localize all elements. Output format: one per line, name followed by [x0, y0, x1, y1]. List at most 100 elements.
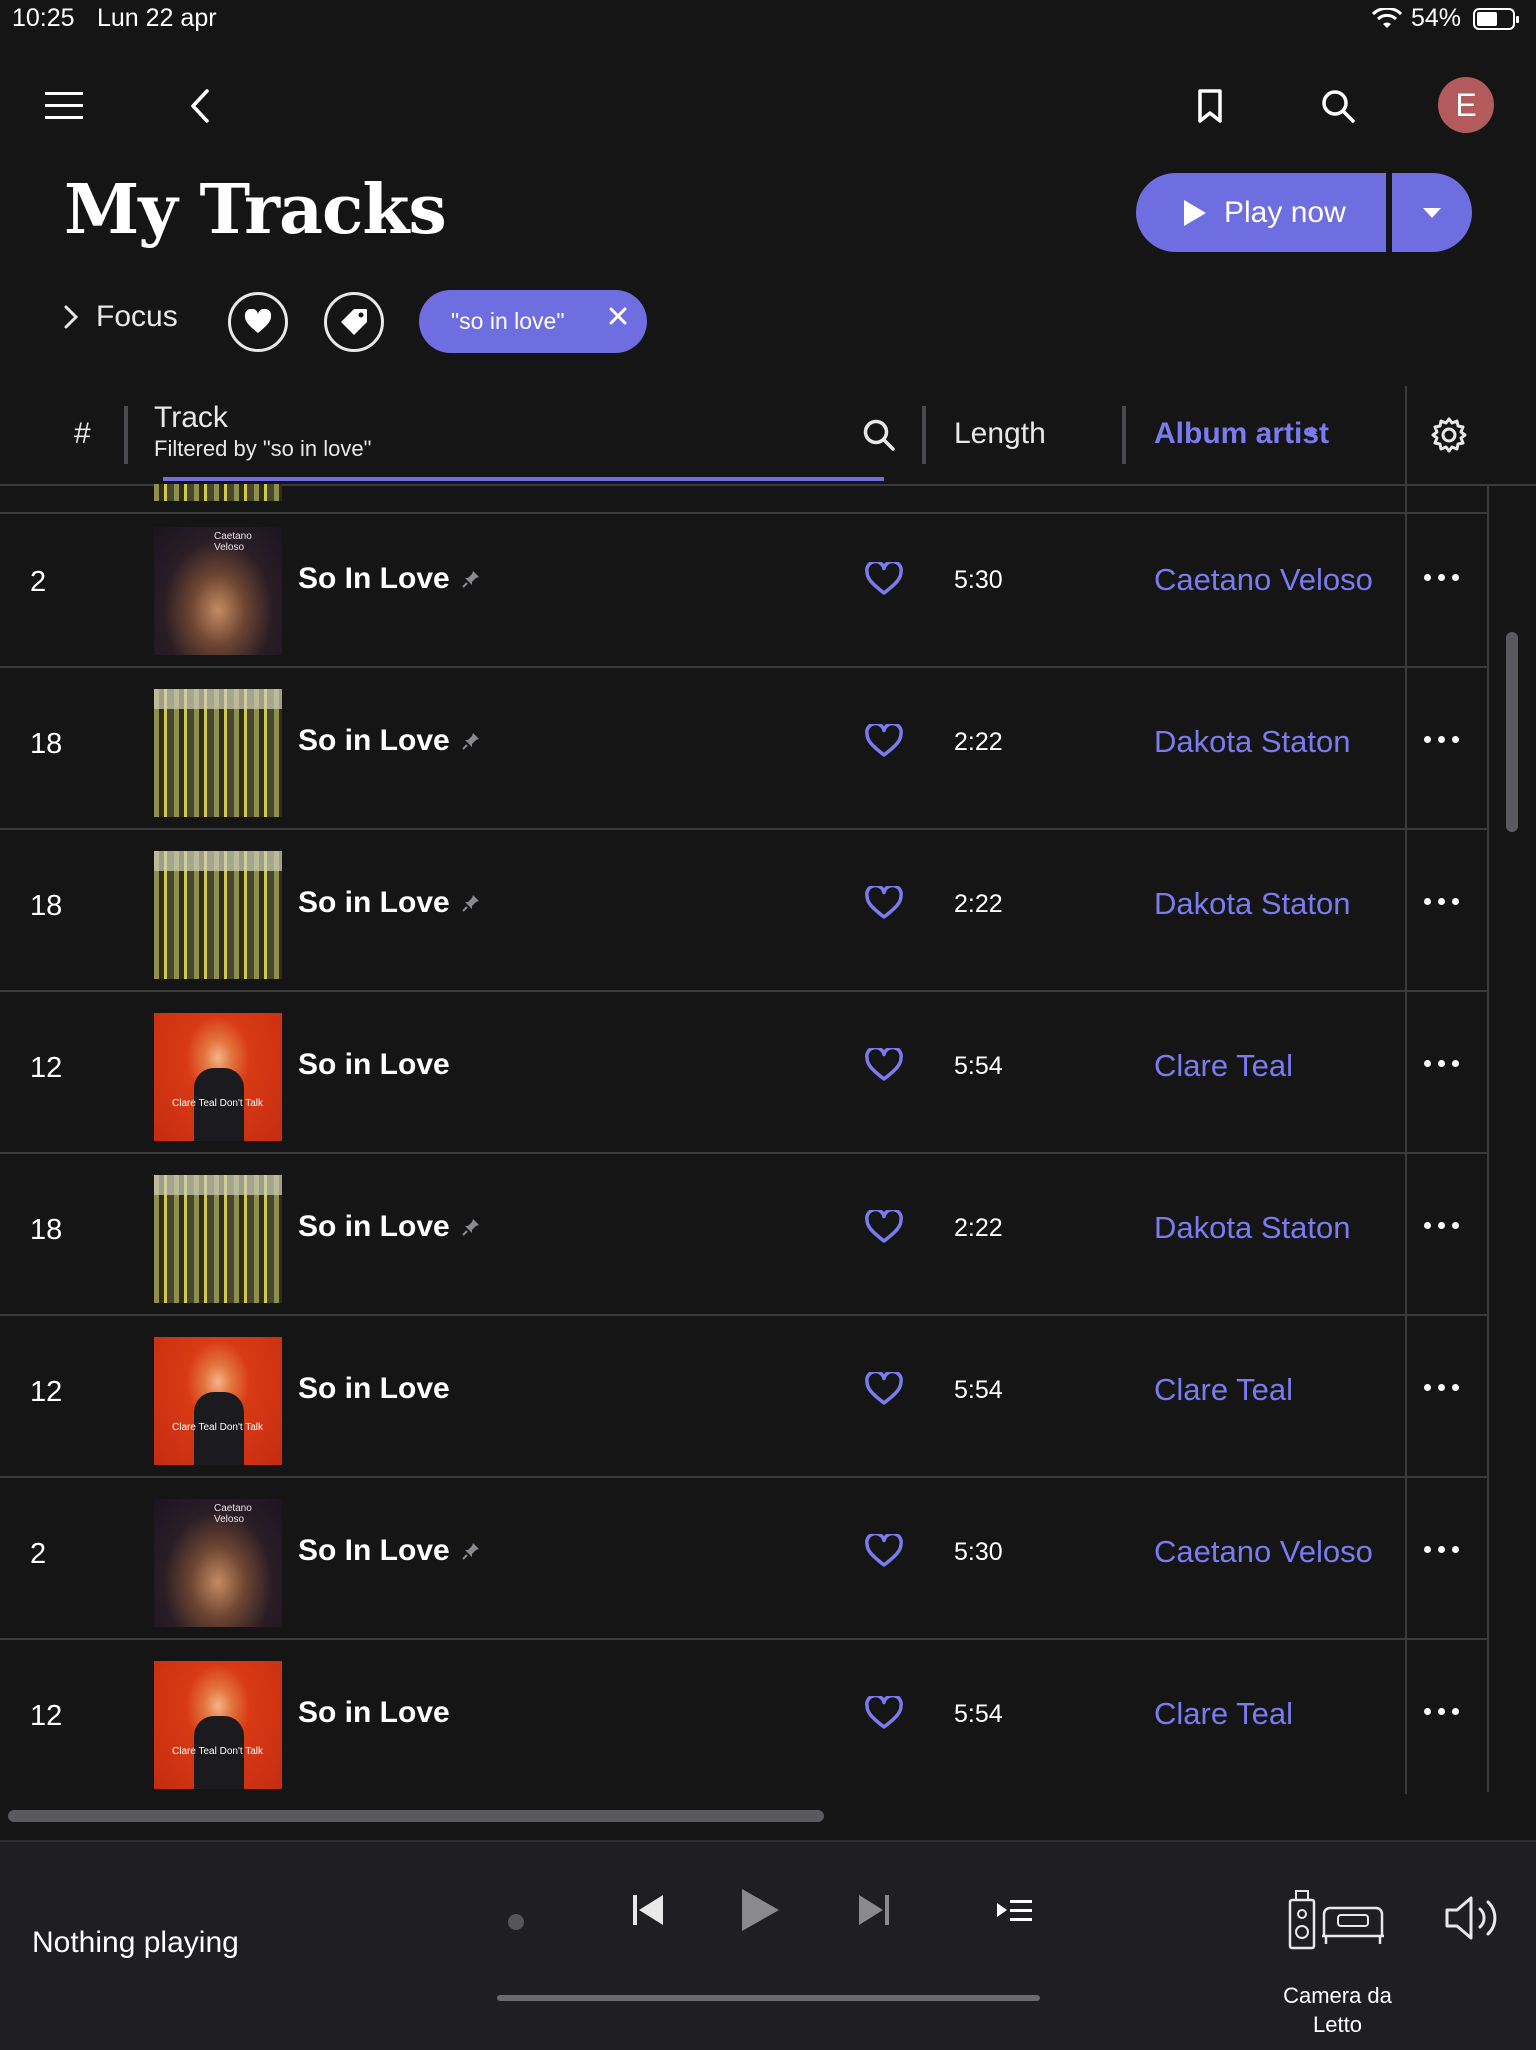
status-time: 10:25 — [12, 4, 75, 32]
track-list[interactable]: 2 Caetano Veloso So In Love 5:30 Caetano Vel… — [0, 484, 1488, 1792]
track-title-cell[interactable]: So in Love — [298, 1372, 450, 1406]
table-header: # Track Filtered by "so in love" Length … — [0, 386, 1536, 486]
track-length: 5:54 — [954, 1052, 1003, 1080]
track-length: 2:22 — [954, 890, 1003, 918]
track-title-cell[interactable]: So in Love — [298, 886, 480, 920]
horizontal-scrollbar[interactable] — [8, 1810, 824, 1822]
sort-asc-icon — [1306, 422, 1318, 440]
album-art[interactable] — [154, 689, 282, 817]
column-track[interactable]: Track — [154, 401, 228, 435]
album-artist-link[interactable]: Dakota Staton — [1154, 886, 1350, 922]
column-album-artist[interactable]: Album artist — [1154, 417, 1329, 451]
tag-filter-button[interactable] — [324, 292, 384, 352]
more-icon[interactable] — [1424, 1060, 1459, 1067]
focus-toggle[interactable]: Focus — [64, 300, 178, 334]
track-column-active-indicator — [163, 477, 884, 481]
heart-icon[interactable] — [865, 883, 903, 925]
album-artist-link[interactable]: Dakota Staton — [1154, 724, 1350, 760]
settings-icon[interactable] — [1430, 416, 1468, 459]
track-number: 18 — [30, 890, 63, 922]
track-title-cell[interactable]: So in Love — [298, 1696, 450, 1730]
table-row[interactable]: 12 Clare Teal Don't Talk So in Love 5:54 Cla… — [0, 1640, 1488, 1792]
album-art[interactable] — [154, 1175, 282, 1303]
album-artist-link[interactable]: Clare Teal — [1154, 1696, 1293, 1732]
track-title: So in Love — [298, 886, 450, 919]
next-icon[interactable] — [856, 1892, 892, 1933]
track-title-cell[interactable]: So in Love — [298, 724, 480, 758]
album-artist-link[interactable]: Clare Teal — [1154, 1372, 1293, 1408]
play-icon[interactable] — [738, 1886, 782, 1939]
now-playing-text: Nothing playing — [32, 1926, 239, 1959]
heart-icon[interactable] — [865, 1369, 903, 1411]
album-art[interactable]: Clare Teal Don't Talk — [154, 1337, 282, 1465]
more-icon[interactable] — [1424, 574, 1459, 581]
track-number: 2 — [30, 1538, 47, 1570]
table-row[interactable]: 2 Caetano Veloso So In Love 5:30 Caetano Vel… — [0, 506, 1488, 668]
bookmark-icon[interactable] — [1186, 82, 1234, 130]
play-options-button[interactable] — [1392, 173, 1472, 252]
table-row[interactable]: 12 Clare Teal Don't Talk So in Love 5:54 Cla… — [0, 992, 1488, 1154]
album-art[interactable]: Caetano Veloso — [154, 1499, 282, 1627]
heart-icon — [244, 309, 272, 333]
previous-icon[interactable] — [630, 1892, 666, 1933]
heart-icon[interactable] — [865, 559, 903, 601]
status-bar: 10:25 Lun 22 apr 54% — [0, 0, 1536, 40]
heart-icon[interactable] — [865, 1207, 903, 1249]
search-filter-chip[interactable]: "so in love" — [419, 290, 647, 353]
play-now-button[interactable]: Play now — [1136, 173, 1386, 252]
volume-icon[interactable] — [1444, 1894, 1506, 1947]
more-icon[interactable] — [1424, 898, 1459, 905]
track-title: So in Love — [298, 1372, 450, 1405]
heart-icon[interactable] — [865, 1045, 903, 1087]
table-row[interactable]: 2 Caetano Veloso So In Love 5:30 Caetano Vel… — [0, 1478, 1488, 1640]
table-row[interactable]: 18 So in Love 2:22 Dakota Staton — [0, 1154, 1488, 1316]
table-row[interactable]: 18 So in Love 2:22 Dakota Staton — [0, 668, 1488, 830]
track-title-cell[interactable]: So In Love — [298, 1534, 480, 1568]
album-artist-link[interactable]: Dakota Staton — [1154, 1210, 1350, 1246]
pin-icon — [461, 1534, 480, 1568]
column-number[interactable]: # — [74, 417, 91, 451]
track-title: So in Love — [298, 724, 450, 757]
search-icon[interactable] — [862, 418, 896, 457]
table-row[interactable]: 12 Clare Teal Don't Talk So in Love 5:54 Cla… — [0, 1316, 1488, 1478]
more-icon[interactable] — [1424, 1708, 1459, 1715]
column-length[interactable]: Length — [954, 417, 1046, 451]
album-art[interactable]: Clare Teal Don't Talk — [154, 1013, 282, 1141]
album-art[interactable]: Caetano Veloso — [154, 527, 282, 655]
album-artist-link[interactable]: Caetano Veloso — [1154, 562, 1373, 598]
heart-icon[interactable] — [865, 721, 903, 763]
album-art[interactable] — [154, 851, 282, 979]
heart-icon[interactable] — [865, 1693, 903, 1735]
track-title: So In Love — [298, 1534, 450, 1567]
track-length: 2:22 — [954, 728, 1003, 756]
favorites-filter-button[interactable] — [228, 292, 288, 352]
chevron-right-icon — [64, 305, 78, 329]
track-title-cell[interactable]: So In Love — [298, 562, 480, 596]
heart-icon[interactable] — [865, 1531, 903, 1573]
page-title: My Tracks — [64, 170, 447, 250]
back-icon[interactable] — [176, 82, 224, 130]
tag-icon — [341, 309, 367, 335]
album-art[interactable]: Clare Teal Don't Talk — [154, 1661, 282, 1789]
more-icon[interactable] — [1424, 1546, 1459, 1553]
chevron-down-icon — [1423, 207, 1441, 218]
close-icon[interactable] — [609, 304, 627, 331]
track-title: So in Love — [298, 1696, 450, 1729]
avatar[interactable]: E — [1438, 77, 1494, 133]
queue-icon[interactable] — [996, 1898, 1032, 1929]
search-icon[interactable] — [1314, 82, 1362, 130]
menu-icon[interactable] — [40, 82, 88, 130]
vertical-scrollbar[interactable] — [1506, 632, 1518, 832]
track-title-cell[interactable]: So in Love — [298, 1048, 450, 1082]
album-artist-link[interactable]: Clare Teal — [1154, 1048, 1293, 1084]
battery-icon — [1473, 8, 1519, 30]
track-title-cell[interactable]: So in Love — [298, 1210, 480, 1244]
more-icon[interactable] — [1424, 1384, 1459, 1391]
playback-indicator — [508, 1914, 524, 1930]
album-artist-link[interactable]: Caetano Veloso — [1154, 1534, 1373, 1570]
table-row[interactable]: 18 So in Love 2:22 Dakota Staton — [0, 830, 1488, 992]
more-icon[interactable] — [1424, 736, 1459, 743]
zone-name[interactable]: Camera da Letto — [1270, 1982, 1405, 2039]
speaker-icon[interactable] — [1288, 1890, 1388, 1955]
more-icon[interactable] — [1424, 1222, 1459, 1229]
